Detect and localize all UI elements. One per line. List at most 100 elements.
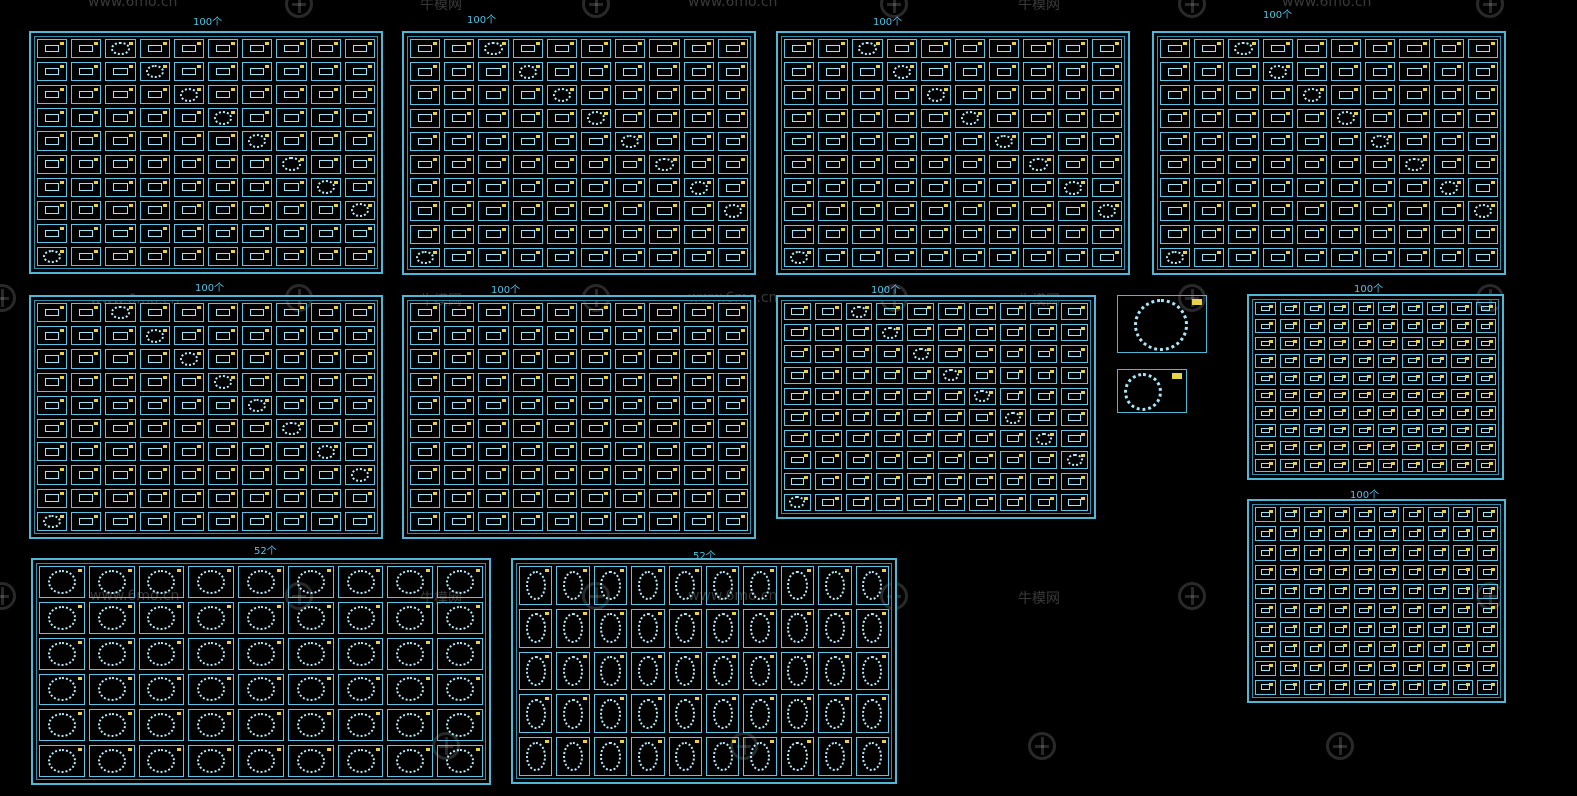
furniture-block-cell[interactable] [784,387,811,405]
furniture-block-cell[interactable] [478,155,509,175]
furniture-block-cell[interactable] [581,85,612,105]
furniture-block-cell[interactable] [1427,641,1449,657]
furniture-block-cell[interactable] [989,85,1020,105]
furniture-block-cell[interactable] [955,62,986,82]
furniture-block-cell[interactable] [1378,583,1400,599]
furniture-block-cell[interactable] [344,442,375,462]
furniture-block-cell[interactable] [105,223,136,243]
furniture-block-cell[interactable] [1255,388,1276,403]
furniture-block-cell[interactable] [814,493,842,511]
furniture-block-cell[interactable] [410,419,441,439]
furniture-block-cell[interactable] [1475,406,1496,420]
furniture-block-cell[interactable] [387,673,434,706]
furniture-block-cell[interactable] [1477,660,1498,676]
furniture-block-cell[interactable] [1433,62,1464,82]
furniture-block-cell[interactable] [1255,583,1276,599]
furniture-block-cell[interactable] [139,488,170,508]
furniture-block-cell[interactable] [1353,564,1375,580]
furniture-block-cell[interactable] [444,395,475,415]
furniture-block-cell[interactable] [287,601,334,634]
furniture-block-cell[interactable] [683,442,714,462]
furniture-block-cell[interactable] [683,303,714,323]
furniture-block-cell[interactable] [1353,354,1374,368]
furniture-block-cell[interactable] [818,737,852,776]
furniture-block-cell[interactable] [1329,545,1350,561]
furniture-block-cell[interactable] [581,465,612,485]
furniture-block-cell[interactable] [717,247,748,267]
furniture-block-cell[interactable] [37,326,68,346]
furniture-block-cell[interactable] [105,303,136,323]
furniture-block-cell[interactable] [105,442,136,462]
furniture-block-cell[interactable] [556,737,590,776]
furniture-block-cell[interactable] [410,326,441,346]
furniture-block-cell[interactable] [683,131,714,151]
furniture-block-cell[interactable] [1399,85,1430,105]
furniture-block-cell[interactable] [1061,345,1088,363]
furniture-block-cell[interactable] [1365,85,1396,105]
furniture-block-cell[interactable] [139,154,170,174]
furniture-block-cell[interactable] [593,651,628,691]
furniture-block-cell[interactable] [1304,507,1326,523]
furniture-block-cell[interactable] [1304,423,1325,438]
furniture-block-cell[interactable] [410,201,441,221]
furniture-block-cell[interactable] [546,326,577,346]
furniture-block-cell[interactable] [1279,545,1301,561]
furniture-block-cell[interactable] [208,223,239,243]
cad-drawing-canvas[interactable]: www.6mo.cn 牛模网 www.6mo.cn 牛模网 www.6mo.cn… [0,0,1577,796]
furniture-block-cell[interactable] [743,651,777,691]
round-table-block-panel[interactable] [31,558,491,785]
furniture-block-cell[interactable] [208,85,239,105]
furniture-block-cell[interactable] [1304,526,1326,542]
furniture-block-cell[interactable] [37,39,68,59]
furniture-block-cell[interactable] [37,62,68,82]
furniture-block-cell[interactable] [615,178,646,198]
furniture-block-cell[interactable] [1061,387,1088,405]
furniture-block-cell[interactable] [1403,526,1424,542]
furniture-block-cell[interactable] [276,108,307,128]
furniture-block-cell[interactable] [968,324,996,342]
furniture-block-cell[interactable] [615,326,646,346]
furniture-block-cell[interactable] [437,745,483,777]
furniture-block-cell[interactable] [920,85,951,105]
furniture-block-cell[interactable] [814,472,842,490]
furniture-block-cell[interactable] [649,108,680,128]
furniture-block-cell[interactable] [208,511,239,531]
furniture-block-cell[interactable] [593,608,628,648]
furniture-block-cell[interactable] [999,451,1027,469]
furniture-block-cell[interactable] [546,303,577,323]
furniture-block-cell[interactable] [310,200,341,220]
furniture-block-cell[interactable] [968,366,996,384]
furniture-block-cell[interactable] [1194,155,1225,175]
furniture-block-cell[interactable] [818,224,849,244]
furniture-block-cell[interactable] [876,324,904,342]
furniture-block-cell[interactable] [1399,201,1430,221]
furniture-block-cell[interactable] [784,303,811,321]
furniture-block-cell[interactable] [1262,247,1293,267]
furniture-block-cell[interactable] [1403,564,1424,580]
furniture-block-cell[interactable] [1304,545,1326,561]
furniture-block-cell[interactable] [344,85,375,105]
furniture-block-cell[interactable] [310,442,341,462]
furniture-block-cell[interactable] [855,694,889,734]
furniture-block-cell[interactable] [1160,224,1191,244]
furniture-block-cell[interactable] [1279,458,1300,472]
furniture-block-cell[interactable] [173,131,204,151]
furniture-block-cell[interactable] [173,62,204,82]
furniture-block-cell[interactable] [276,303,307,323]
furniture-block-cell[interactable] [478,178,509,198]
furniture-block-cell[interactable] [1377,319,1398,333]
furniture-block-cell[interactable] [310,39,341,59]
furniture-block-cell[interactable] [818,155,849,175]
furniture-block-cell[interactable] [71,223,102,243]
furniture-block-cell[interactable] [1475,354,1496,368]
furniture-block-cell[interactable] [310,419,341,439]
furniture-block-cell[interactable] [1255,564,1276,580]
furniture-block-cell[interactable] [1403,583,1424,599]
furniture-block-cell[interactable] [1365,62,1396,82]
furniture-block-cell[interactable] [876,451,904,469]
furniture-block-cell[interactable] [556,694,590,734]
furniture-block-cell[interactable] [615,224,646,244]
furniture-block-cell[interactable] [1426,423,1447,438]
furniture-block-cell[interactable] [649,201,680,221]
furniture-block-cell[interactable] [1304,371,1325,385]
